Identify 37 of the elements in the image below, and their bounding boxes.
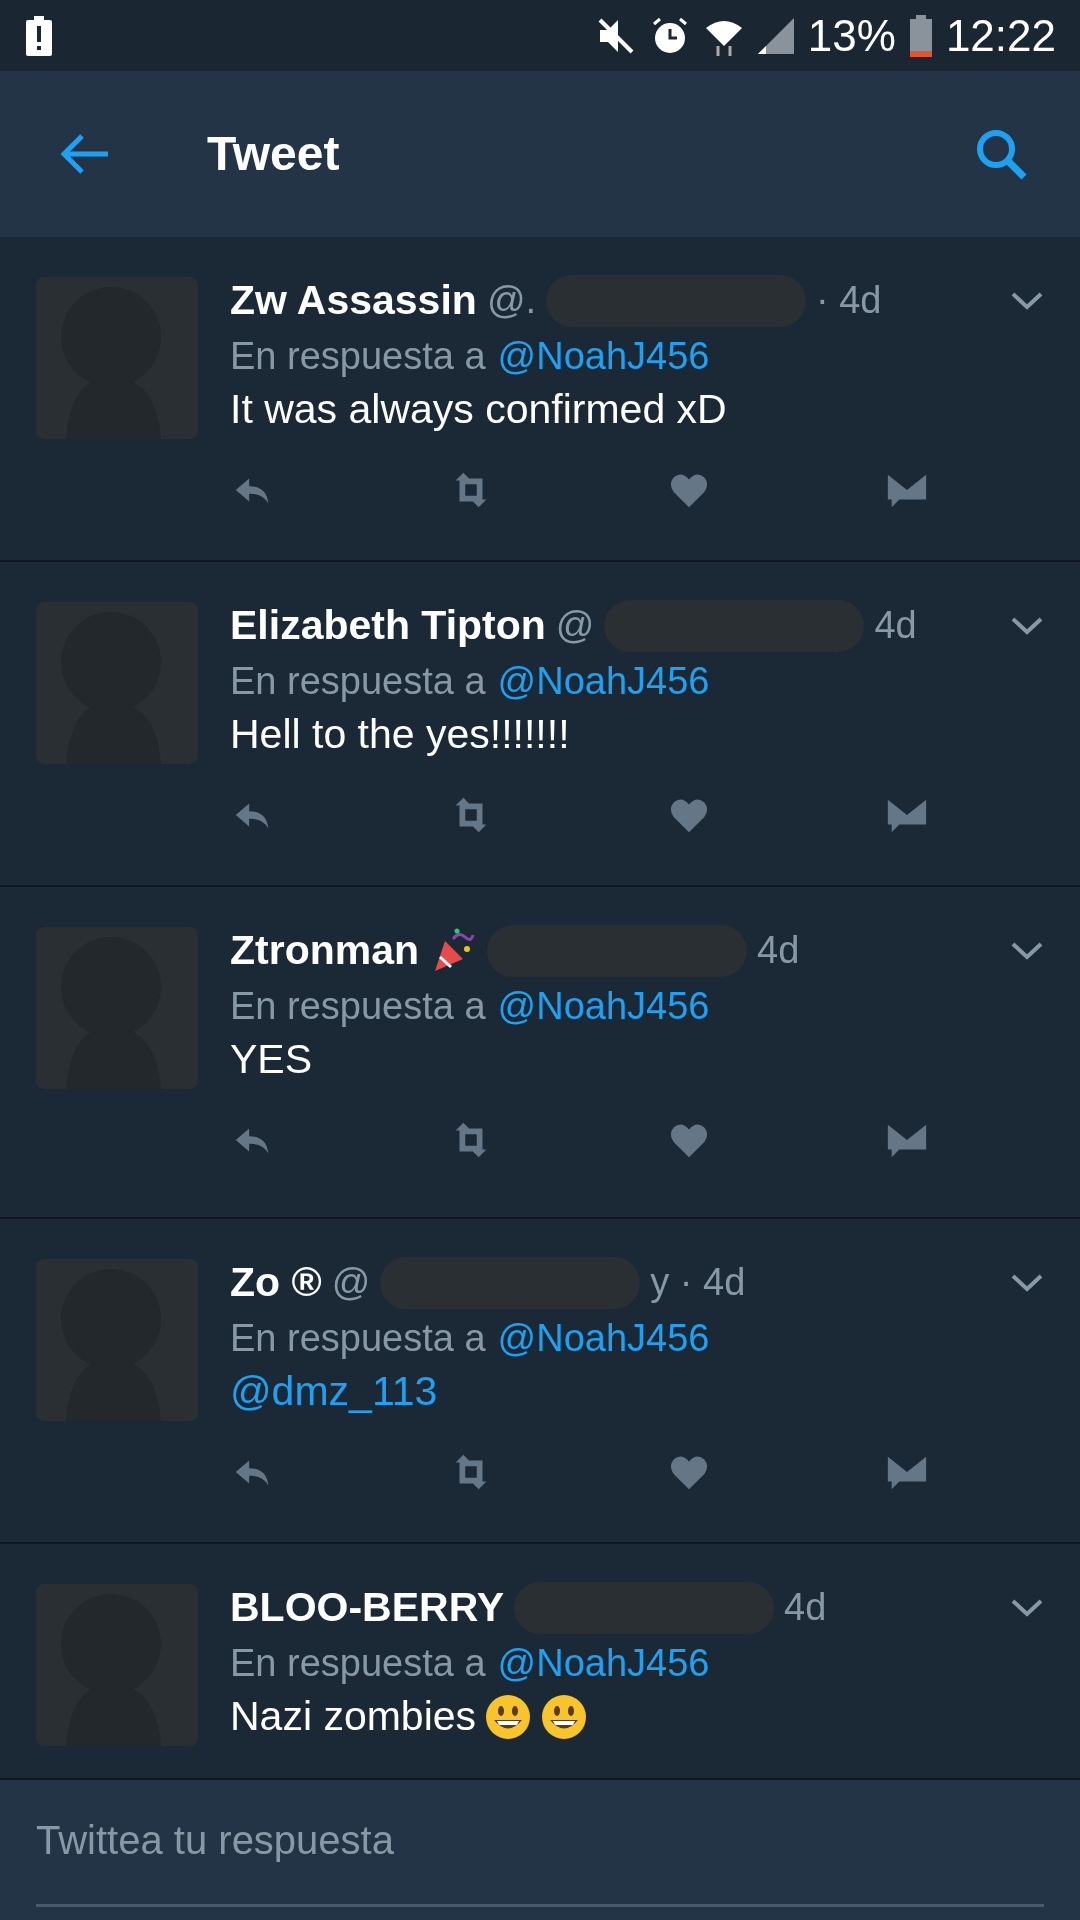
tweet-time: 4d — [757, 929, 800, 973]
author-handle: @ — [331, 1261, 371, 1305]
tweet-time: 4d — [874, 604, 917, 648]
reply-label: En respuesta a — [230, 334, 486, 378]
reply-mention-link[interactable]: @NoahJ456 — [497, 1316, 710, 1360]
battery-percentage: 13% — [807, 10, 896, 61]
tweet-text: Hell to the yes!!!!!!! — [230, 710, 570, 758]
author-name: Zo ® — [230, 1259, 322, 1307]
author-handle: @. — [486, 279, 536, 323]
author-handle: @ — [555, 604, 595, 648]
reply-mention-link[interactable]: @NoahJ456 — [497, 659, 710, 703]
reply-mention-link[interactable]: @NoahJ456 — [497, 1641, 710, 1685]
author-name: Ztronman — [230, 927, 420, 975]
clock-time: 12:22 — [945, 10, 1056, 61]
battery-alert-icon — [26, 15, 52, 56]
signal-icon — [757, 17, 794, 54]
reply-label: En respuesta a — [230, 1641, 486, 1685]
tweet-time: y · 4d — [650, 1261, 746, 1305]
grinning-face-icon — [540, 1692, 589, 1741]
author-name: Elizabeth Tipton — [230, 602, 546, 650]
reply-label: En respuesta a — [230, 984, 486, 1028]
mention-link[interactable]: @dmz_113 — [230, 1367, 438, 1415]
author-name: Zw Assassin — [230, 277, 477, 325]
reply-input-field[interactable]: Twittea tu respuesta — [0, 1779, 1080, 1920]
tweet-time: 4d — [784, 1586, 827, 1630]
author-name: BLOO-BERRY — [230, 1584, 505, 1632]
tweet-time: · 4d — [816, 279, 882, 323]
battery-icon — [909, 14, 932, 57]
tweet-text: It was always confirmed xD — [230, 385, 727, 433]
reply-mention-link[interactable]: @NoahJ456 — [497, 334, 710, 378]
reply-label: En respuesta a — [230, 1316, 486, 1360]
reply-label: En respuesta a — [230, 659, 486, 703]
grinning-face-icon — [484, 1692, 533, 1741]
tweet-text: YES — [230, 1035, 313, 1083]
reply-mention-link[interactable]: @NoahJ456 — [497, 984, 710, 1028]
page-title: Tweet — [207, 126, 341, 182]
tweet-text: Nazi zombies — [230, 1693, 477, 1741]
